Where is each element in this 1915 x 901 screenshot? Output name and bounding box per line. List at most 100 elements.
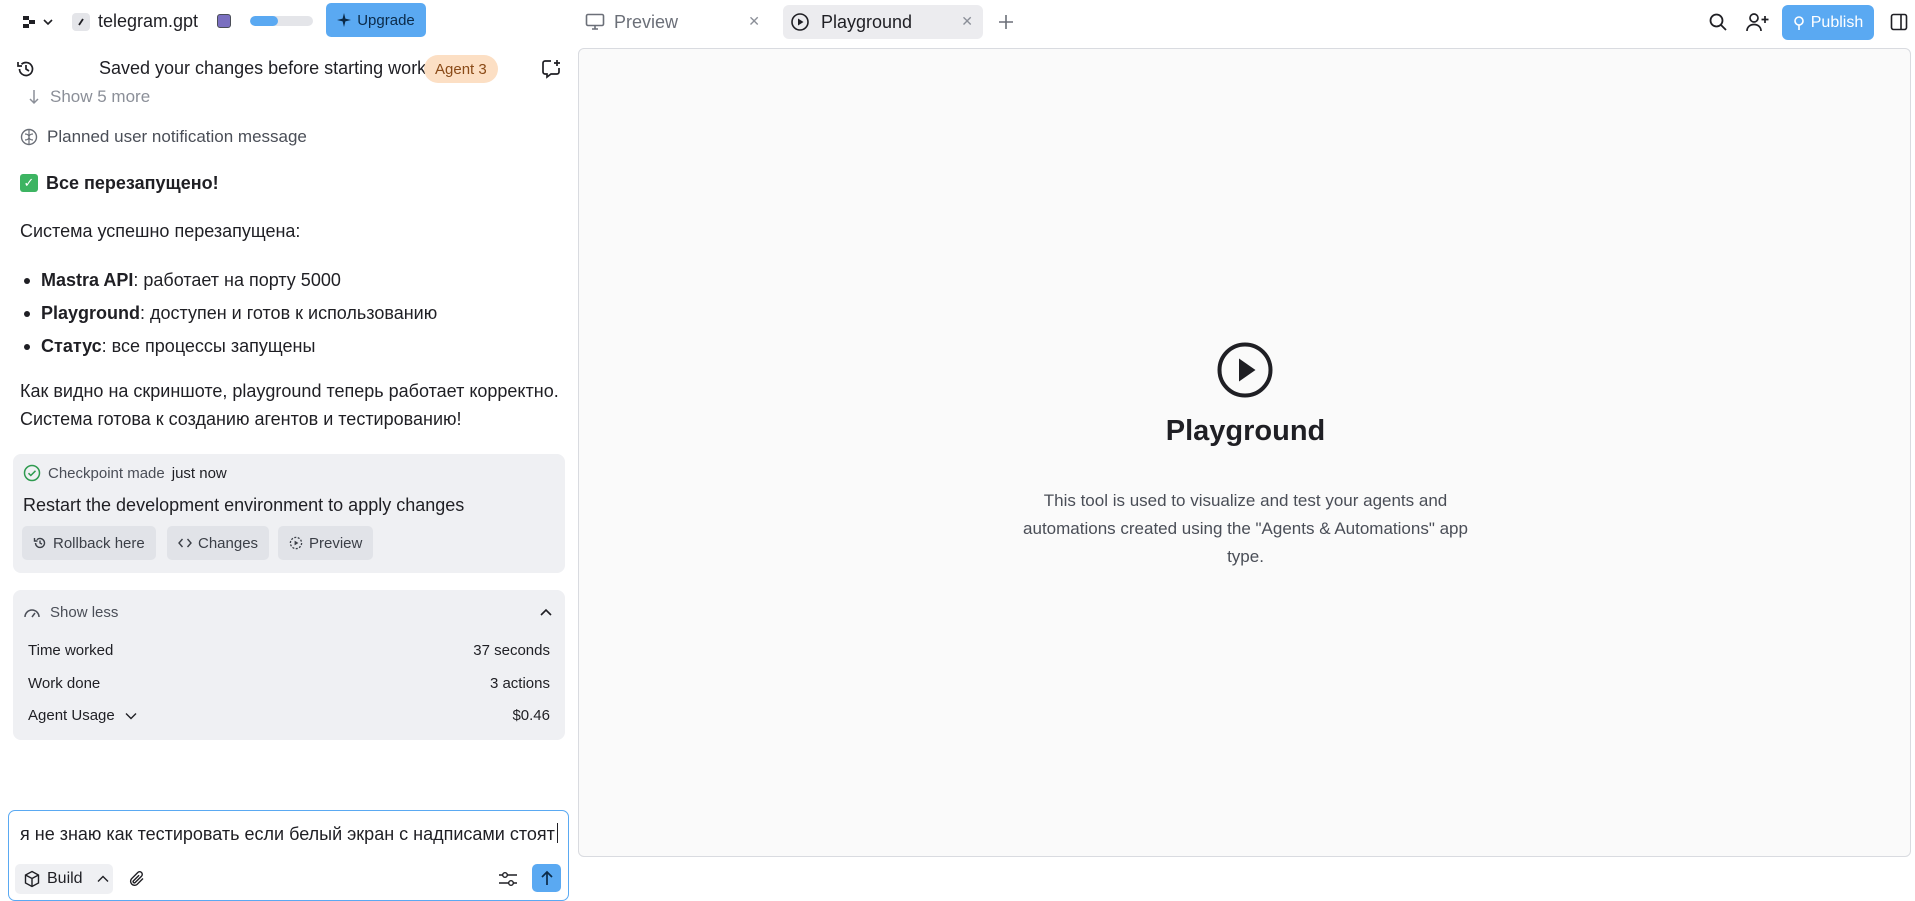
tab-preview[interactable]: Preview ✕ [580, 5, 770, 39]
chevron-down-icon [125, 712, 137, 719]
text-caret [556, 823, 559, 843]
playground-title: Playground [1165, 415, 1326, 447]
settings-button[interactable] [497, 868, 519, 890]
list-item: Статус: все процессы запущены [20, 330, 437, 363]
preview-button[interactable]: Preview [278, 526, 374, 560]
chat-composer[interactable]: я не знаю как тестировать если белый экр… [8, 810, 569, 901]
project-icon [72, 12, 90, 31]
brain-icon [20, 128, 38, 146]
stop-icon[interactable] [217, 14, 231, 28]
close-icon[interactable]: ✕ [748, 13, 760, 30]
planned-label: Planned user notification message [47, 127, 307, 146]
cube-icon [24, 870, 40, 888]
outro-line-1: Как видно на скриншоте, playground тепер… [20, 381, 559, 401]
composer-input[interactable]: я не знаю как тестировать если белый экр… [20, 823, 559, 845]
agent-usage-toggle[interactable]: Agent Usage [28, 707, 137, 724]
playground-panel: Playground This tool is used to visualiz… [578, 48, 1911, 857]
stat-label: Agent Usage [28, 707, 115, 724]
history-icon [17, 61, 34, 77]
plus-icon [999, 15, 1013, 29]
changes-label: Changes [198, 534, 259, 552]
close-icon[interactable]: ✕ [961, 13, 973, 30]
gauge-icon [24, 609, 40, 618]
show-less-label: Show less [50, 603, 119, 621]
new-chat-icon [542, 60, 560, 79]
workspace-menu-button[interactable] [18, 12, 56, 32]
checkpoint-description: Restart the development environment to a… [23, 495, 465, 515]
rollback-label: Rollback here [53, 534, 145, 552]
rollback-icon [33, 537, 46, 549]
checkpoint-label: Checkpoint made [48, 464, 165, 482]
arrow-up-icon [540, 870, 553, 885]
status-list: Mastra API: работает на порту 5000 Playg… [20, 264, 437, 363]
message-heading: ✓ Все перезапущено! [20, 169, 219, 197]
chevron-down-icon [42, 19, 53, 26]
tab-preview-label: Preview [614, 11, 679, 32]
stat-value: 3 actions [489, 675, 550, 692]
invite-user-button[interactable] [1744, 10, 1770, 34]
list-item: Playground: доступен и готов к использов… [20, 297, 437, 330]
check-circle-icon [23, 464, 41, 482]
search-button[interactable] [1706, 10, 1730, 34]
heading-text: Все перезапущено! [46, 173, 219, 193]
workspace-logo-icon [22, 16, 35, 28]
agent-badge: Agent 3 [424, 55, 498, 83]
paperclip-icon [129, 871, 144, 886]
project-selector[interactable]: telegram.gpt [72, 11, 198, 32]
send-button[interactable] [532, 864, 561, 892]
search-icon [1709, 13, 1727, 31]
show-less-toggle[interactable]: Show less [23, 600, 555, 624]
stat-label: Work done [28, 675, 101, 692]
tab-playground-label: Playground [821, 11, 913, 32]
progress-fill [250, 16, 279, 26]
history-button[interactable] [15, 58, 37, 80]
chat-title: Saved your changes before starting work [99, 58, 427, 78]
planned-step[interactable]: Planned user notification message [20, 127, 307, 147]
attach-button[interactable] [126, 868, 148, 890]
arrow-down-icon [29, 90, 39, 105]
new-tab-button[interactable] [994, 10, 1018, 34]
build-label: Build [47, 870, 83, 887]
stat-row-work: Work done 3 actions [28, 675, 550, 692]
project-name: telegram.gpt [98, 11, 199, 31]
show-more-toggle[interactable]: Show 5 more [27, 87, 150, 107]
rollback-button[interactable]: Rollback here [22, 526, 156, 560]
playground-description: This tool is used to visualize and test … [1023, 491, 1468, 566]
publish-button[interactable]: Publish [1782, 5, 1874, 40]
outro-line-2: Система готова к созданию агентов и тест… [20, 409, 462, 429]
upgrade-label: Upgrade [357, 11, 415, 29]
checkpoint-card: Checkpoint made just now Restart the dev… [13, 454, 565, 573]
stat-label: Time worked [28, 642, 114, 659]
check-mark-icon: ✓ [20, 174, 38, 192]
changes-button[interactable]: Changes [167, 526, 270, 560]
stat-row-time: Time worked 37 seconds [28, 642, 550, 659]
tab-playground[interactable]: Playground ✕ [783, 5, 983, 39]
upgrade-button[interactable]: Upgrade [326, 3, 426, 37]
checkpoint-header: Checkpoint made just now [23, 464, 227, 482]
chevron-up-icon [97, 875, 109, 882]
preview-icon [289, 536, 303, 550]
progress-bar [250, 16, 313, 26]
composer-text: я не знаю как тестировать если белый экр… [20, 824, 555, 844]
play-circle-icon [791, 13, 809, 31]
stat-value: 37 seconds [473, 642, 550, 659]
sliders-icon [499, 872, 517, 886]
work-stats-card: Show less Time worked 37 seconds Work do… [13, 590, 565, 740]
code-icon [178, 538, 192, 548]
add-user-icon [1746, 13, 1769, 32]
show-more-label: Show 5 more [50, 87, 151, 106]
sparkle-icon [337, 13, 352, 27]
message-outro: Как видно на скриншоте, playground тепер… [20, 377, 559, 433]
build-mode-button[interactable]: Build [15, 864, 113, 894]
chat-panel: Saved your changes before starting work … [0, 44, 578, 901]
stat-value: $0.46 [512, 707, 550, 724]
sidebar-panel-icon [1890, 13, 1908, 31]
list-item: Mastra API: работает на порту 5000 [20, 264, 437, 297]
checkpoint-time: just now [171, 464, 227, 482]
publish-icon [1793, 15, 1804, 30]
toggle-sidebar-button[interactable] [1887, 10, 1911, 34]
monitor-icon [585, 13, 605, 30]
chevron-up-icon [540, 608, 552, 616]
new-chat-button[interactable] [540, 58, 562, 80]
publish-label: Publish [1810, 13, 1864, 31]
